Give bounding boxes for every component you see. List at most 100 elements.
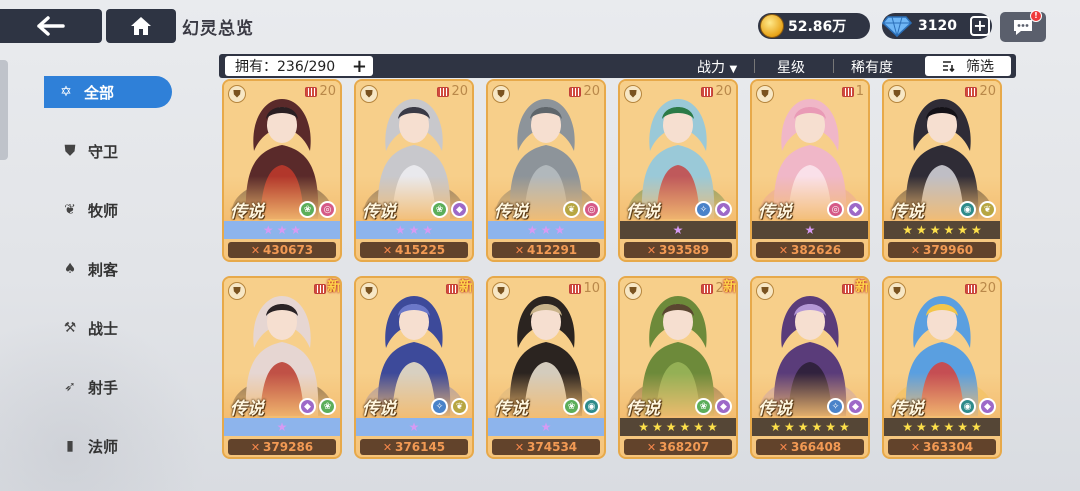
sort-by-rarity[interactable]: 稀有度 [851,57,893,77]
hero-card[interactable]: ⛊ 1 新 传说 ✧ ◆ ★ ★ ★ ★ ★ ★ ✕ 366408 [750,276,870,459]
blade-icon: ♠ [63,261,77,277]
rarity-label: 传说 [494,399,528,419]
gold-coin-icon [760,14,784,38]
class-badge-icon: ⛊ [492,85,510,103]
green-element-icon: ❀ [563,398,580,415]
sidebar-item-all[interactable]: ✡ 全部 [44,76,172,108]
battery-icon [701,86,714,97]
blue-element-icon: ✧ [827,398,844,415]
class-badge-icon: ⛊ [360,85,378,103]
sort-power-label: 战力 [697,60,725,76]
star-icon: ★ [770,420,781,434]
combat-power-value: 363304 [923,440,974,454]
star-icon: ★ [394,223,406,237]
expand-capacity-button[interactable]: + [352,56,367,77]
chat-button[interactable]: ! [1000,10,1046,42]
sidebar-item-priest[interactable]: ❦ 牧师 [60,194,188,226]
crossed-swords-icon: ✕ [646,243,657,257]
sidebar-item-archer[interactable]: ➶ 射手 [60,371,188,403]
crossed-swords-icon: ✕ [250,243,261,257]
hero-card[interactable]: ⛊ 20 传说 ◉ ❦ ★ ★ ★ ★ ★ ★ ✕ 379960 [882,79,1002,262]
star-icon: ★ [929,420,941,434]
green-element-icon: ❀ [695,398,712,415]
hero-level-value: 20 [319,84,336,99]
star-icon: ★ [915,420,927,434]
sidebar-item-assassin[interactable]: ♠ 刺客 [60,253,188,285]
hero-card[interactable]: ⛊ 20 传说 ❀ ◎ ★ ★ ★ ✕ 430673 [222,79,342,262]
gold-counter: 52.86万 [758,13,870,39]
hero-card[interactable]: ⛊ 10 传说 ❀ ◉ ★ ✕ 374534 [486,276,606,459]
green-element-icon: ❀ [299,201,316,218]
new-badge: 新 [327,279,341,295]
hero-card[interactable]: ⛊ 20 新 传说 ❀ ◆ ★ ★ ★ ★ ★ ★ ✕ 368207 [618,276,738,459]
hero-level-value: 1 [855,84,864,99]
scroll-handle[interactable] [0,60,8,160]
rarity-label: 传说 [626,399,660,419]
hero-card[interactable]: ⛊ 1 新 传说 ✧ ❦ ★ ✕ 376145 [354,276,474,459]
rarity-label: 传说 [890,202,924,222]
star-icon: ★ [943,420,955,434]
star-icon: ★ [957,420,969,434]
hero-card[interactable]: ⛊ 1 传说 ◎ ◆ ★ ✕ 382626 [750,79,870,262]
class-badge-icon: ⛊ [228,85,246,103]
star-icon: ★ [797,420,809,434]
combat-power: ✕ 430673 [228,242,336,258]
gem-amount: 3120 [918,18,957,34]
olive-element-icon: ❦ [451,398,468,415]
hero-level: 20 [437,84,468,99]
sidebar-item-warrior[interactable]: ⚒ 战士 [60,312,188,344]
sidebar-item-label: 守卫 [88,142,119,161]
add-gems-button[interactable]: + [970,16,990,36]
hero-level-value: 20 [451,84,468,99]
swirl-element-icon: ◎ [319,201,336,218]
star-rating: ★ ★ ★ ★ ★ ★ [752,418,868,436]
class-badge-icon: ⛊ [756,85,774,103]
teal-element-icon: ◉ [959,201,976,218]
back-arrow-icon [37,16,65,36]
book-icon: ▮ [66,438,74,454]
hero-level-value: 10 [583,281,600,296]
sidebar-item-mage[interactable]: ▮ 法师 [60,430,188,462]
home-button[interactable] [106,9,176,43]
back-button[interactable] [0,9,102,43]
axe-icon: ⚒ [63,320,77,336]
hero-level: 20 [701,84,732,99]
crossed-swords-icon: ✕ [250,440,261,454]
olive-element-icon: ❦ [979,201,996,218]
sidebar-item-guardian[interactable]: ⛊ 守卫 [60,135,188,167]
crossed-swords-icon: ✕ [910,440,921,454]
filter-icon [943,61,955,72]
rarity-label: 传说 [758,202,792,222]
teal-element-icon: ◉ [959,398,976,415]
battery-icon [313,283,326,294]
crossed-swords-icon: ✕ [382,243,393,257]
star-icon: ★ [665,420,677,434]
hero-card[interactable]: ⛊ 20 传说 ❦ ◎ ★ ★ ★ ✕ 412291 [486,79,606,262]
dropdown-arrow-icon: ▼ [729,64,738,75]
hero-card[interactable]: ⛊ 1 新 传说 ◆ ❀ ★ ✕ 379286 [222,276,342,459]
hero-card[interactable]: ⛊ 20 传说 ✧ ◆ ★ ✕ 393589 [618,79,738,262]
star-icon: ★ [276,420,288,434]
sort-by-star[interactable]: 星级 [777,57,805,77]
star-icon: ★ [651,420,663,434]
rarity-label: 传说 [362,399,396,419]
star-rating: ★ [224,418,340,436]
star-icon: ★ [902,420,913,434]
divider [833,59,834,73]
hero-card[interactable]: ⛊ 20 传说 ◉ ◆ ★ ★ ★ ★ ★ ★ ✕ 363304 [882,276,1002,459]
star-icon: ★ [422,223,434,237]
sort-by-power[interactable]: 战力 ▼ [697,57,737,77]
battery-icon [445,283,458,294]
star-icon: ★ [638,420,649,434]
purple-element-icon: ◆ [299,398,316,415]
wings-icon: ❦ [64,202,76,218]
hero-level: 10 [569,281,600,296]
hero-card[interactable]: ⛊ 20 传说 ❀ ◆ ★ ★ ★ ✕ 415225 [354,79,474,262]
purple-element-icon: ◆ [715,201,732,218]
star-icon: ★ [804,223,816,237]
crossed-swords-icon: ✕ [646,440,657,454]
purple-element-icon: ◆ [715,398,732,415]
divider [754,59,755,73]
battery-icon [437,86,450,97]
filter-button[interactable]: 筛选 [925,56,1011,76]
